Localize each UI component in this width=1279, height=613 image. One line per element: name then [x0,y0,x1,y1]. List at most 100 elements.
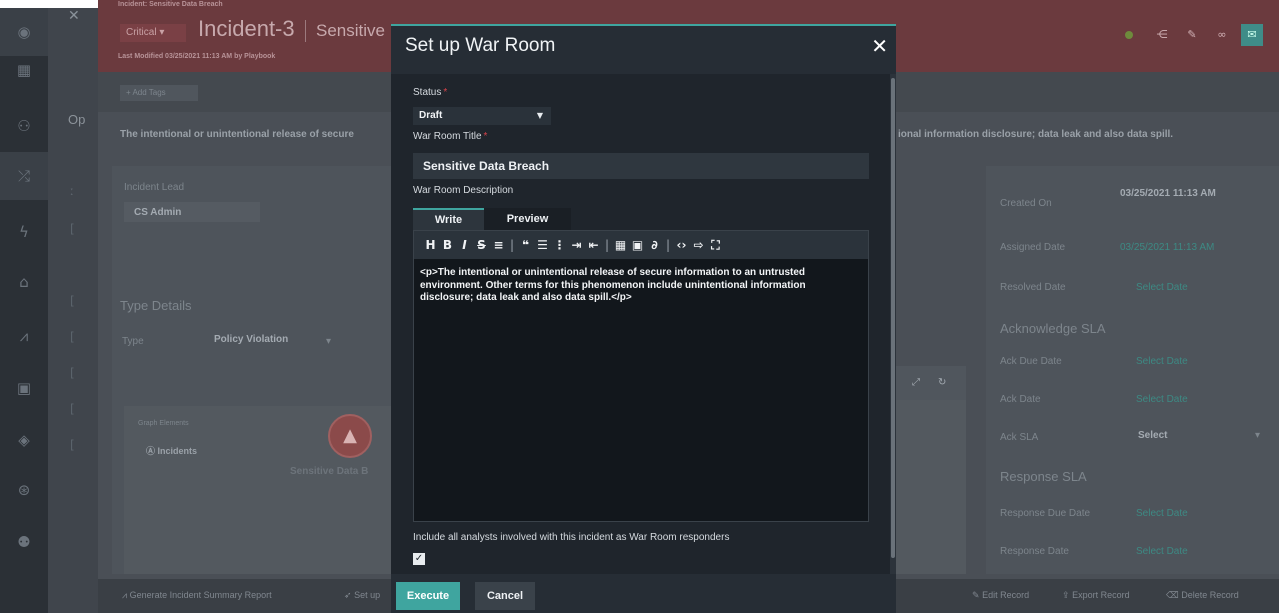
assigned-date-label: Assigned Date [1000,242,1066,253]
execute-button[interactable]: Execute [396,582,460,610]
users-icon[interactable]: ⚉ [14,532,34,552]
expand-icon[interactable]: ⤢ [912,377,920,388]
header-divider [305,20,306,42]
status-select[interactable]: Draft ▼ [413,107,551,125]
ack-date-picker[interactable]: Select Date [1136,394,1188,405]
response-sla-heading: Response SLA [1000,469,1087,484]
ack-sla-select[interactable]: Select [1138,430,1167,441]
war-room-modal: Set up War Room ✕ Status * Draft ▼ War Ro… [391,24,896,613]
created-on-label: Created On [1000,198,1052,209]
response-due-date-picker[interactable]: Select Date [1136,508,1188,519]
modal-scrollbar[interactable] [890,74,896,574]
heading-icon[interactable]: H [422,235,439,255]
indent-icon[interactable]: ⇥ [568,235,585,255]
assigned-date-value: 03/25/2021 11:13 AM [1120,242,1215,253]
description-textarea[interactable]: <p>The intentional or unintentional rele… [420,267,860,305]
strikethrough-icon[interactable]: S [473,235,490,255]
ack-due-date-label: Ack Due Date [1000,356,1062,367]
close-icon[interactable]: ✕ [68,8,80,24]
shuffle-icon[interactable]: ⤮ [0,152,48,200]
row-marker: [ [70,402,75,416]
hr-icon[interactable]: ≡ [490,235,507,255]
bank-icon[interactable]: ⌂ [14,272,34,292]
type-value[interactable]: Policy Violation [214,334,288,345]
fire-icon[interactable]: ▲ [328,414,372,458]
war-room-title-label-text: War Room Title [413,131,482,142]
chat-icon[interactable]: ✉ [1241,24,1263,46]
set-up-label: Set up [354,590,381,600]
add-tags-button[interactable]: + Add Tags [120,85,198,101]
status-label: Status * [413,87,447,98]
response-date-picker[interactable]: Select Date [1136,546,1188,557]
row-marker: [ [70,294,75,308]
toolbar-separator: | [604,238,610,252]
set-up-button[interactable]: ➶ Set up [344,590,380,601]
people-icon[interactable]: ⚇ [14,116,34,136]
tab-write[interactable]: Write [413,208,484,230]
globe-icon[interactable]: ⊛ [14,480,34,500]
modal-title: Set up War Room [405,35,556,56]
status-label-text: Status [413,87,442,98]
grid-icon[interactable]: ▦ [14,60,34,80]
graph-incidents-label: Incidents [157,446,198,456]
ack-due-date-picker[interactable]: Select Date [1136,356,1188,367]
ack-sla-label: Ack SLA [1000,432,1039,443]
bolt-icon[interactable]: ϟ [14,222,34,242]
graph-incidents[interactable]: Ⓐ Incidents [146,444,197,457]
unordered-list-icon[interactable]: ☰ [534,235,551,255]
op-label: Op [68,112,86,127]
created-on-value: 03/25/2021 11:13 AM [1120,188,1216,199]
war-room-title-input[interactable]: Sensitive Data Breach [413,153,869,179]
resolved-date-picker[interactable]: Select Date [1136,282,1188,293]
scrollbar-thumb[interactable] [891,78,895,558]
description-left: The intentional or unintentional release… [120,129,354,140]
edit-record-label: Edit Record [982,590,1030,600]
graph-controls [896,366,966,400]
fullscreen-icon[interactable]: ⛶ [707,235,724,255]
ordered-list-icon[interactable]: ⋮ [551,235,568,255]
row-marker: [ [70,222,75,236]
severity-dropdown[interactable]: Critical ▾ [120,24,186,42]
image-icon[interactable]: ▣ [629,235,646,255]
dashboard-icon[interactable]: ◉ [0,8,48,56]
shield-icon[interactable]: ◈ [14,430,34,450]
edit-record-button[interactable]: ✎ Edit Record [972,590,1029,601]
link-icon[interactable]: ∞ [1211,24,1233,46]
generate-report-button[interactable]: ⩘ Generate Incident Summary Report [122,590,272,601]
row-marker: ː [70,184,75,198]
close-icon[interactable]: ✕ [871,34,888,58]
cancel-button[interactable]: Cancel [475,582,535,610]
chart-icon[interactable]: ⩘ [14,326,34,346]
status-value: Draft [419,110,443,121]
row-marker: [ [70,330,75,344]
insert-icon[interactable]: ⇨ [690,235,707,255]
chevron-down-icon: ▾ [159,27,165,38]
app-page: ◉ ▦ ⚇ ⤮ ϟ ⌂ ⩘ ▣ ◈ ⊛ ⚉ ✕ ː [ [ [ [ [ [ In… [0,0,1279,613]
delete-record-button[interactable]: ⌫ Delete Record [1166,590,1239,601]
graph-elements-label: Graph Elements [138,420,189,427]
link-icon[interactable]: ∂ [646,235,663,255]
chevron-down-icon: ▼ [536,111,543,120]
type-details-heading: Type Details [120,298,192,313]
code-icon[interactable]: ‹› [673,235,690,255]
row-marker: [ [70,366,75,380]
generate-report-label: Generate Incident Summary Report [129,590,272,600]
hierarchy-icon[interactable]: ⋲ [1151,24,1173,46]
bold-icon[interactable]: B [439,235,456,255]
italic-icon[interactable]: I [456,235,473,255]
edit-icon[interactable]: ✎ [1181,24,1203,46]
graph-node-label: Sensitive Data B [290,466,369,477]
incident-name: Incident-3 [198,16,295,41]
status-dot-icon [1125,31,1133,39]
apps-icon[interactable]: ▣ [14,378,34,398]
refresh-icon[interactable]: ↻ [938,377,946,388]
include-analysts-checkbox[interactable]: ✓ [413,553,425,565]
outdent-icon[interactable]: ⇤ [585,235,602,255]
markdown-editor[interactable]: H B I S ≡ | ❝ ☰ ⋮ ⇥ ⇤ | ▦ ▣ ∂ | ‹› ⇨ ⛶ <… [413,230,869,522]
quote-icon[interactable]: ❝ [517,235,534,255]
tab-preview[interactable]: Preview [484,208,571,230]
export-record-button[interactable]: ⇪ Export Record [1062,590,1130,601]
include-analysts-label: Include all analysts involved with this … [413,532,730,543]
export-icon: ⇪ [1062,590,1070,600]
table-icon[interactable]: ▦ [612,235,629,255]
